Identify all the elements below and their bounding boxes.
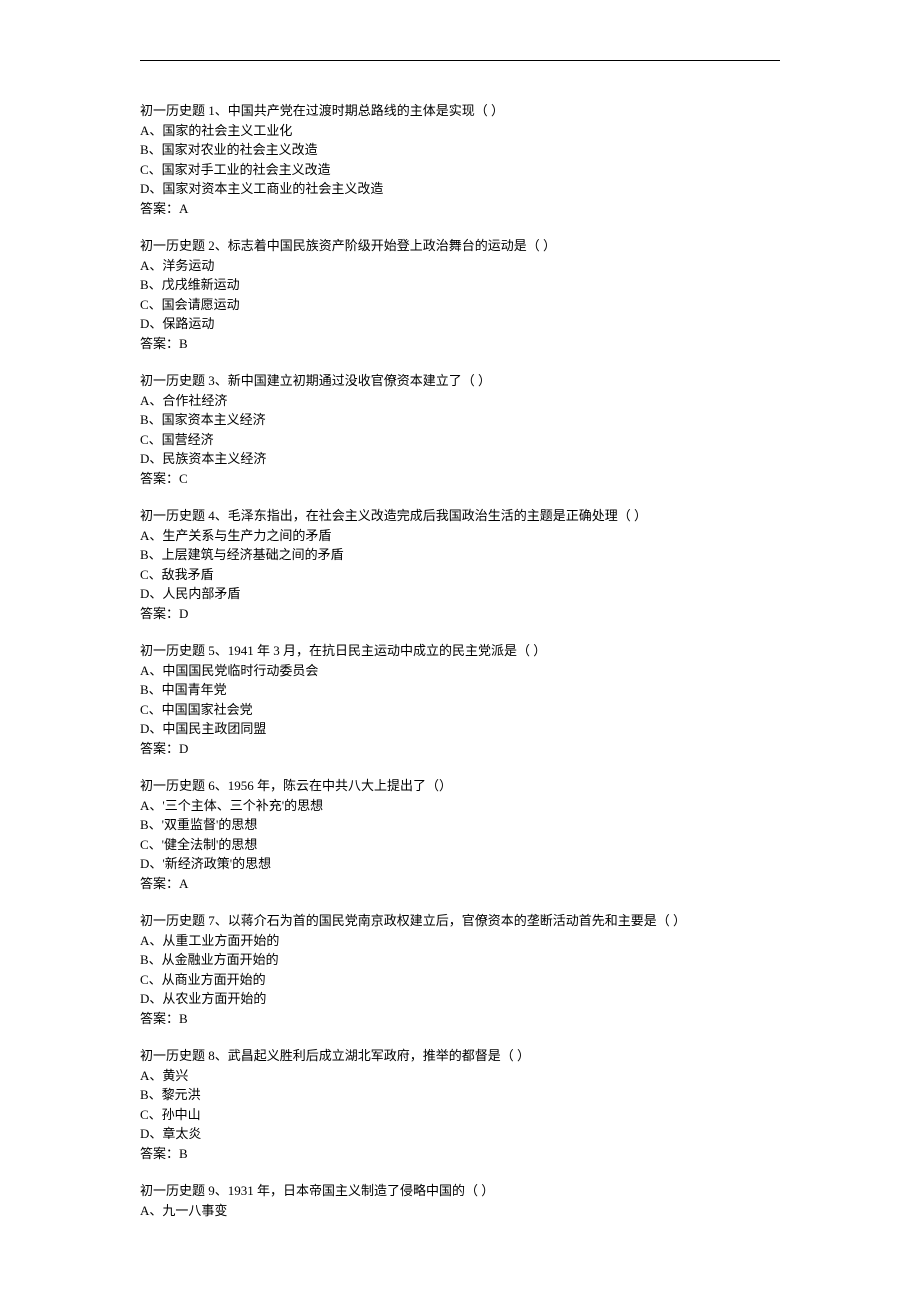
- question-stem: 初一历史题 4、毛泽东指出，在社会主义改造完成后我国政治生活的主题是正确处理（ …: [140, 506, 780, 526]
- question-option: A、洋务运动: [140, 256, 780, 276]
- question-option: C、国会请愿运动: [140, 295, 780, 315]
- question-answer: 答案：C: [140, 469, 780, 489]
- question-option: B、上层建筑与经济基础之间的矛盾: [140, 545, 780, 565]
- question-stem: 初一历史题 6、1956 年，陈云在中共八大上提出了（）: [140, 776, 780, 796]
- answer-value: A: [179, 201, 188, 216]
- question-answer: 答案：D: [140, 739, 780, 759]
- answer-value: C: [179, 471, 188, 486]
- question-option: B、'双重监督'的思想: [140, 815, 780, 835]
- question-option: B、中国青年党: [140, 680, 780, 700]
- question-option: D、民族资本主义经济: [140, 449, 780, 469]
- question-block: 初一历史题 2、标志着中国民族资产阶级开始登上政治舞台的运动是（ ）A、洋务运动…: [140, 236, 780, 353]
- question-option: B、国家对农业的社会主义改造: [140, 140, 780, 160]
- question-answer: 答案：B: [140, 1009, 780, 1029]
- question-block: 初一历史题 8、武昌起义胜利后成立湖北军政府，推举的都督是（ ）A、黄兴B、黎元…: [140, 1046, 780, 1163]
- question-option: D、从农业方面开始的: [140, 989, 780, 1009]
- question-option: B、从金融业方面开始的: [140, 950, 780, 970]
- answer-value: D: [179, 606, 188, 621]
- question-option: D、'新经济政策'的思想: [140, 854, 780, 874]
- question-option: A、中国国民党临时行动委员会: [140, 661, 780, 681]
- answer-label: 答案：: [140, 1146, 179, 1161]
- question-answer: 答案：A: [140, 199, 780, 219]
- question-option: C、中国国家社会党: [140, 700, 780, 720]
- question-block: 初一历史题 9、1931 年，日本帝国主义制造了侵略中国的（ ）A、九一八事变: [140, 1181, 780, 1220]
- question-block: 初一历史题 6、1956 年，陈云在中共八大上提出了（）A、'三个主体、三个补充…: [140, 776, 780, 893]
- question-stem: 初一历史题 8、武昌起义胜利后成立湖北军政府，推举的都督是（ ）: [140, 1046, 780, 1066]
- question-block: 初一历史题 3、新中国建立初期通过没收官僚资本建立了（ ）A、合作社经济B、国家…: [140, 371, 780, 488]
- question-option: A、合作社经济: [140, 391, 780, 411]
- question-option: D、人民内部矛盾: [140, 584, 780, 604]
- question-stem: 初一历史题 3、新中国建立初期通过没收官僚资本建立了（ ）: [140, 371, 780, 391]
- answer-value: D: [179, 741, 188, 756]
- answer-label: 答案：: [140, 201, 179, 216]
- question-list: 初一历史题 1、中国共产党在过渡时期总路线的主体是实现（ ）A、国家的社会主义工…: [140, 101, 780, 1220]
- question-option: A、黄兴: [140, 1066, 780, 1086]
- question-option: C、孙中山: [140, 1105, 780, 1125]
- question-option: C、国家对手工业的社会主义改造: [140, 160, 780, 180]
- answer-label: 答案：: [140, 1011, 179, 1026]
- question-stem: 初一历史题 1、中国共产党在过渡时期总路线的主体是实现（ ）: [140, 101, 780, 121]
- question-stem: 初一历史题 9、1931 年，日本帝国主义制造了侵略中国的（ ）: [140, 1181, 780, 1201]
- answer-label: 答案：: [140, 876, 179, 891]
- question-answer: 答案：D: [140, 604, 780, 624]
- question-option: A、'三个主体、三个补充'的思想: [140, 796, 780, 816]
- question-stem: 初一历史题 5、1941 年 3 月，在抗日民主运动中成立的民主党派是（ ）: [140, 641, 780, 661]
- question-option: A、国家的社会主义工业化: [140, 121, 780, 141]
- answer-value: B: [179, 336, 188, 351]
- question-option: A、生产关系与生产力之间的矛盾: [140, 526, 780, 546]
- question-option: D、保路运动: [140, 314, 780, 334]
- question-answer: 答案：B: [140, 1144, 780, 1164]
- question-option: B、戊戌维新运动: [140, 275, 780, 295]
- header-rule: [140, 60, 780, 61]
- question-stem: 初一历史题 2、标志着中国民族资产阶级开始登上政治舞台的运动是（ ）: [140, 236, 780, 256]
- question-option: B、黎元洪: [140, 1085, 780, 1105]
- answer-label: 答案：: [140, 336, 179, 351]
- question-stem: 初一历史题 7、以蒋介石为首的国民党南京政权建立后，官僚资本的垄断活动首先和主要…: [140, 911, 780, 931]
- answer-value: A: [179, 876, 188, 891]
- answer-value: B: [179, 1011, 188, 1026]
- question-block: 初一历史题 5、1941 年 3 月，在抗日民主运动中成立的民主党派是（ ）A、…: [140, 641, 780, 758]
- question-block: 初一历史题 4、毛泽东指出，在社会主义改造完成后我国政治生活的主题是正确处理（ …: [140, 506, 780, 623]
- question-option: D、国家对资本主义工商业的社会主义改造: [140, 179, 780, 199]
- question-option: A、九一八事变: [140, 1201, 780, 1221]
- question-block: 初一历史题 7、以蒋介石为首的国民党南京政权建立后，官僚资本的垄断活动首先和主要…: [140, 911, 780, 1028]
- question-option: C、从商业方面开始的: [140, 970, 780, 990]
- document-page: 初一历史题 1、中国共产党在过渡时期总路线的主体是实现（ ）A、国家的社会主义工…: [0, 0, 920, 1302]
- question-option: B、国家资本主义经济: [140, 410, 780, 430]
- question-answer: 答案：A: [140, 874, 780, 894]
- question-option: C、国营经济: [140, 430, 780, 450]
- answer-value: B: [179, 1146, 188, 1161]
- answer-label: 答案：: [140, 471, 179, 486]
- answer-label: 答案：: [140, 741, 179, 756]
- question-option: D、中国民主政团同盟: [140, 719, 780, 739]
- question-option: D、章太炎: [140, 1124, 780, 1144]
- question-option: A、从重工业方面开始的: [140, 931, 780, 951]
- question-option: C、敌我矛盾: [140, 565, 780, 585]
- question-option: C、'健全法制'的思想: [140, 835, 780, 855]
- question-answer: 答案：B: [140, 334, 780, 354]
- answer-label: 答案：: [140, 606, 179, 621]
- question-block: 初一历史题 1、中国共产党在过渡时期总路线的主体是实现（ ）A、国家的社会主义工…: [140, 101, 780, 218]
